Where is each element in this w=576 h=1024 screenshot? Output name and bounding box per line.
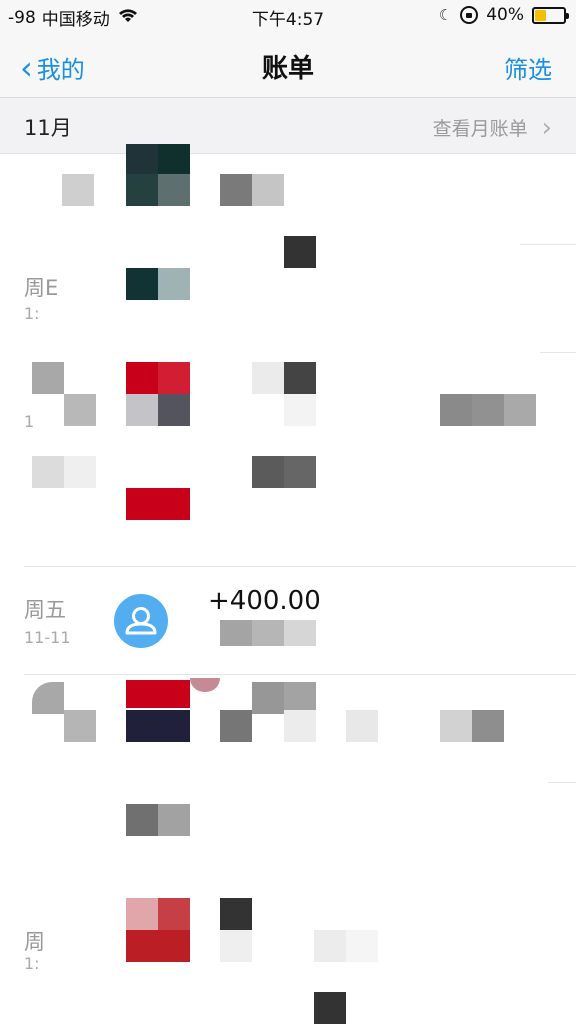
mosaic-block [190,678,220,692]
mosaic-block [62,174,94,206]
view-month-bill-label: 查看月账单 [432,118,528,140]
view-month-bill-link[interactable]: 查看月账单 › [433,114,552,141]
row-divider [24,674,576,675]
page-title: 账单 [261,54,314,84]
day-label: 周 [24,930,45,954]
month-section-header: 11月 查看月账单 › [0,98,576,154]
moon-icon: ☾ [438,6,453,24]
mosaic-block [158,268,190,300]
mosaic-block [158,804,190,836]
mosaic-block [284,362,316,394]
mosaic-block [284,710,316,742]
mosaic-block [220,898,252,930]
mosaic-block [220,710,252,742]
mosaic-block [314,930,346,962]
mosaic-block [126,174,158,206]
mosaic-block [284,394,316,426]
person-avatar-icon [114,594,168,648]
mosaic-block [284,620,316,646]
battery-icon [532,6,569,24]
day-label: 周五 [24,598,66,622]
date-label: 11-11 [24,628,71,647]
mosaic-block [284,456,316,488]
mosaic-block [472,710,504,742]
mosaic-block [32,682,64,714]
navigation-bar: ‹ 我的 账单 筛选 [0,36,576,98]
mosaic-block [252,620,284,646]
mosaic-block [220,174,252,206]
mosaic-block [158,394,190,426]
mosaic-block [126,268,158,300]
battery-percent: 40% [486,5,524,25]
mosaic-block [158,362,190,394]
mosaic-block [126,898,158,930]
row-divider [520,244,576,245]
transaction-list: 周E 1: 1 周五 11-11 +400.00 周 1: [0,144,576,1024]
mosaic-block [252,362,284,394]
mosaic-block [158,144,190,176]
mosaic-block [252,682,284,714]
row-divider [24,566,576,567]
mosaic-block [220,620,252,646]
transaction-amount: +400.00 [208,586,321,616]
mosaic-block [126,362,158,394]
row-divider [548,782,576,783]
day-label: 周E [24,276,59,300]
row-divider [540,352,576,353]
mosaic-block [346,710,378,742]
mosaic-block [252,456,284,488]
month-label: 11月 [24,116,72,140]
mosaic-block [64,394,96,426]
mosaic-block [314,992,346,1024]
mosaic-block [252,174,284,206]
mosaic-block [284,236,316,268]
date-label: 1: [24,304,40,323]
mosaic-block [220,930,252,962]
mosaic-block [346,930,378,962]
mosaic-block [126,680,190,708]
mosaic-block [126,144,158,176]
mosaic-block [504,394,536,426]
date-label: 1 [24,412,35,431]
mosaic-block [472,394,504,426]
filter-button[interactable]: 筛选 [504,50,552,85]
status-right: ☾ 40% [438,5,569,25]
date-label: 1: [24,954,40,973]
mosaic-block [126,488,190,520]
mosaic-block [126,804,158,836]
mosaic-block [32,456,64,488]
mosaic-block [126,930,190,962]
status-bar: -98 中国移动 下午4:57 ☾ 40% [0,0,576,36]
mosaic-block [64,710,96,742]
mosaic-block [126,394,158,426]
mosaic-block [440,710,472,742]
chevron-right-icon: › [541,112,552,143]
orientation-lock-icon [460,6,479,24]
mosaic-block [32,362,64,394]
mosaic-block [64,456,96,488]
battery-fill [535,9,547,21]
mosaic-block [158,898,190,930]
mosaic-block [440,394,472,426]
mosaic-block [158,174,190,206]
mosaic-block [126,710,190,742]
